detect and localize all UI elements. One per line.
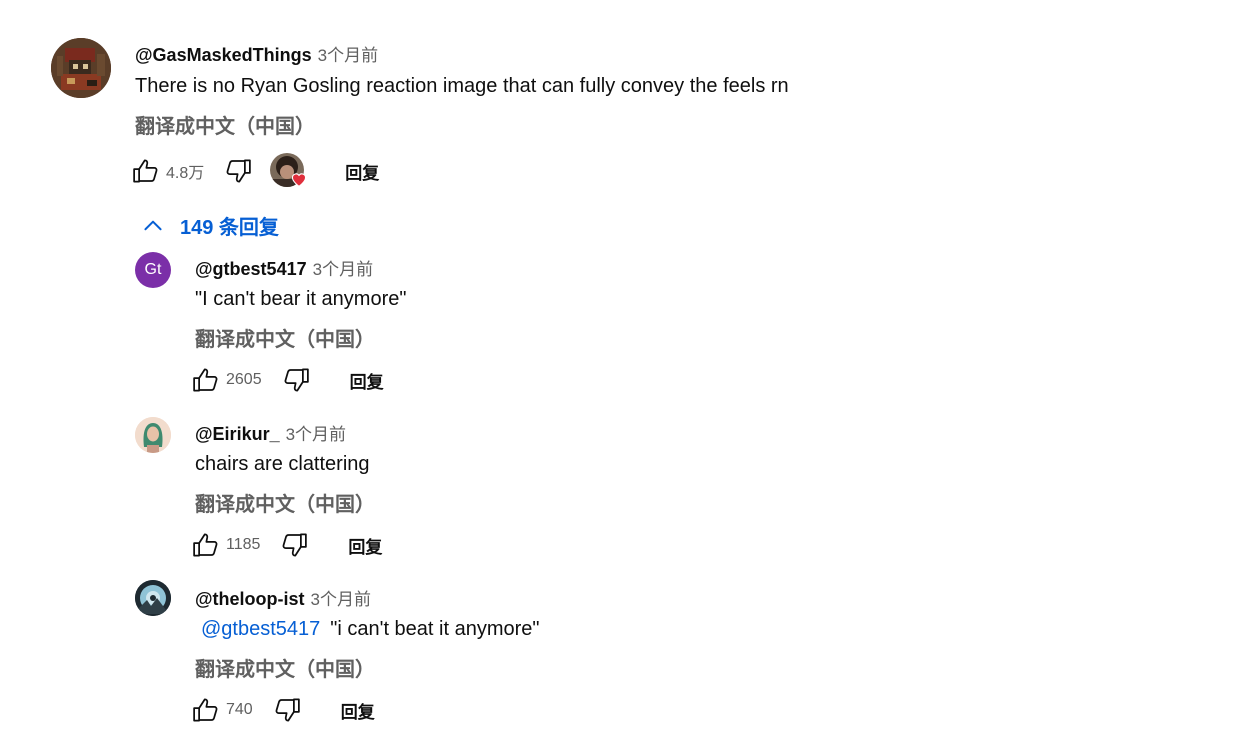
reply-button[interactable]: 回复	[348, 533, 382, 558]
dislike-button[interactable]	[222, 155, 254, 187]
reply-comment: Gt @gtbest5417 3个月前 "I can't bear it any…	[0, 250, 1249, 410]
dislike-button[interactable]	[271, 694, 303, 726]
mention-link[interactable]: @gtbest5417	[201, 618, 320, 640]
top-comment: @GasMaskedThings 3个月前 There is no Ryan G…	[0, 0, 1249, 200]
replies-toggle[interactable]: 149 条回复	[140, 211, 279, 240]
reply-button[interactable]: 回复	[350, 368, 384, 393]
like-button[interactable]	[190, 364, 222, 396]
like-count: 1185	[226, 536, 261, 553]
author-name[interactable]: @gtbest5417	[195, 259, 307, 280]
thumbs-down-icon	[226, 159, 251, 183]
comment-header: @theloop-ist 3个月前	[195, 585, 371, 610]
author-name[interactable]: @Eirikur_	[195, 424, 280, 445]
comment-header: @GasMaskedThings 3个月前	[135, 41, 378, 66]
timestamp[interactable]: 3个月前	[311, 585, 371, 610]
avatar[interactable]	[135, 580, 171, 616]
comment-actions: 1185 回复	[190, 529, 382, 561]
like-count: 4.8万	[166, 165, 205, 182]
comment-text: @gtbest5417 "i can't beat it anymore"	[201, 618, 540, 641]
avatar[interactable]: Gt	[135, 252, 171, 288]
comment-header: @Eirikur_ 3个月前	[195, 420, 346, 445]
thumbs-up-icon	[133, 159, 158, 183]
author-name[interactable]: @GasMaskedThings	[135, 45, 312, 66]
comment-text: "I can't bear it anymore"	[195, 288, 407, 310]
thumbs-down-icon	[275, 698, 300, 722]
timestamp[interactable]: 3个月前	[313, 255, 373, 280]
avatar[interactable]	[135, 417, 171, 453]
timestamp[interactable]: 3个月前	[318, 41, 378, 66]
translate-link[interactable]: 翻译成中文（中国）	[135, 110, 315, 139]
like-button[interactable]	[190, 694, 222, 726]
thumbs-up-icon	[193, 368, 218, 392]
like-count: 740	[226, 701, 253, 718]
chevron-up-icon	[144, 220, 162, 230]
comment-actions: 4.8万 回复	[130, 153, 379, 189]
like-button[interactable]	[130, 155, 162, 187]
reply-button[interactable]: 回复	[341, 698, 375, 723]
comment-text: There is no Ryan Gosling reaction image …	[135, 75, 789, 97]
comment-header: @gtbest5417 3个月前	[195, 255, 373, 280]
translate-link[interactable]: 翻译成中文（中国）	[195, 323, 375, 352]
like-button[interactable]	[190, 529, 222, 561]
thumbs-up-icon	[193, 698, 218, 722]
translate-link[interactable]: 翻译成中文（中国）	[195, 653, 375, 682]
comment-body: "i can't beat it anymore"	[330, 618, 540, 640]
reply-comment: @theloop-ist 3个月前 @gtbest5417 "i can't be…	[0, 580, 1249, 736]
comment-text: chairs are clattering	[195, 453, 370, 475]
thumbs-up-icon	[193, 533, 218, 557]
replies-count-label: 149 条回复	[180, 217, 279, 239]
dislike-button[interactable]	[278, 529, 310, 561]
reply-button[interactable]: 回复	[345, 159, 379, 184]
thumbs-down-icon	[284, 368, 309, 392]
heart-icon	[292, 173, 307, 187]
comment-actions: 2605 回复	[190, 364, 384, 396]
dislike-button[interactable]	[280, 364, 312, 396]
avatar[interactable]	[51, 38, 111, 98]
like-count: 2605	[226, 371, 262, 388]
reply-comment: @Eirikur_ 3个月前 chairs are clattering 翻译成…	[0, 415, 1249, 575]
thumbs-down-icon	[282, 533, 308, 557]
creator-heart[interactable]	[270, 153, 310, 189]
comment-actions: 740 回复	[190, 694, 375, 726]
translate-link[interactable]: 翻译成中文（中国）	[195, 488, 375, 517]
avatar-initials: Gt	[144, 261, 162, 278]
author-name[interactable]: @theloop-ist	[195, 589, 305, 610]
timestamp[interactable]: 3个月前	[286, 420, 346, 445]
